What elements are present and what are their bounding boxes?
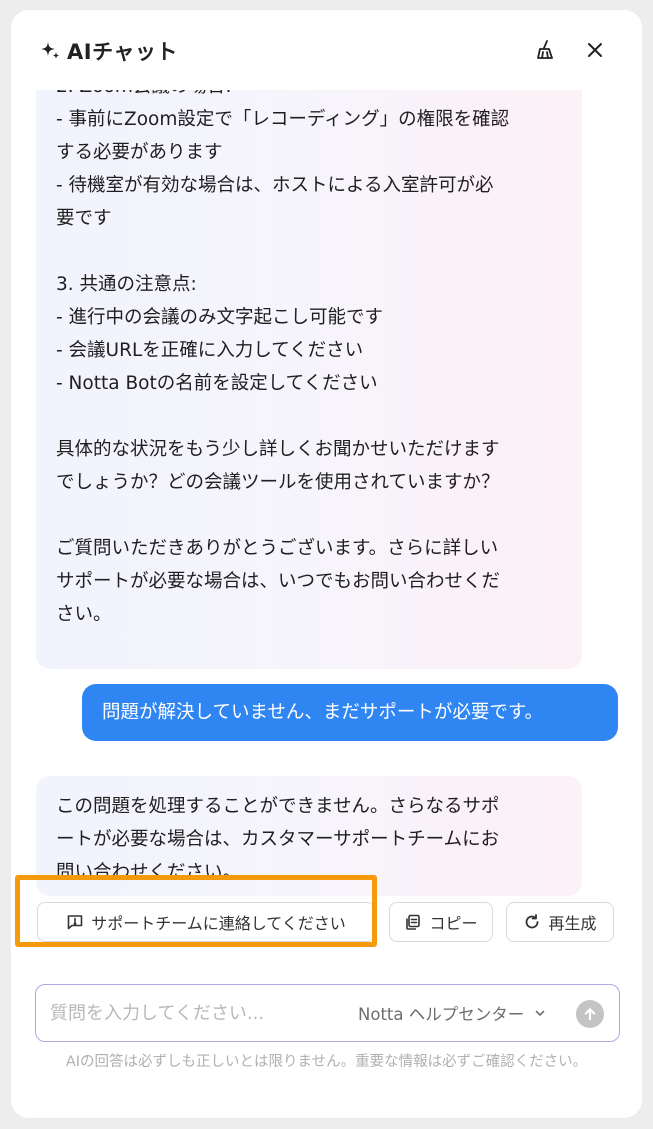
question-input[interactable]	[50, 997, 350, 1029]
message-line: 要です	[56, 208, 112, 229]
message-line: 具体的な状況をもう少し詳しくお聞かせいただけます	[56, 439, 500, 460]
ai-message: 2. Zoom会議の場合: - 事前にZoom設定で「レコーディング」の権限を確認…	[36, 90, 582, 669]
sparkle-icon	[37, 38, 63, 64]
regenerate-button[interactable]: 再生成	[506, 902, 614, 942]
message-line: 2. Zoom会議の場合:	[56, 90, 562, 103]
chat-header: AIチャット	[11, 10, 642, 90]
arrow-up-icon	[584, 1008, 596, 1021]
message-line: - 事前にZoom設定で「レコーディング」の権限を確認	[56, 109, 510, 130]
chat-input-container: Notta ヘルプセンター	[35, 984, 620, 1042]
message-line: サポートが必要な場合は、いつでもお問い合わせくだ	[56, 571, 501, 592]
message-line: ご質問いただきありがとうございます。さらに詳しい	[56, 538, 499, 559]
message-line	[56, 499, 562, 532]
chat-panel: AIチャット 2. Zoom会議の場合: - 事前にZoom設定で「レコーディング…	[11, 10, 642, 1118]
close-icon	[588, 43, 602, 57]
message-actions: サポートチームに連絡してください コピー 再生成	[11, 902, 642, 952]
ai-message: この問題を処理することができません。さらなるサポ ートが必要な場合は、カスタマーサ…	[36, 776, 582, 896]
chevron-down-icon	[535, 1010, 545, 1016]
regenerate-label: 再生成	[548, 914, 597, 933]
message-line: さい。	[56, 604, 112, 625]
message-list[interactable]: 2. Zoom会議の場合: - 事前にZoom設定で「レコーディング」の権限を確認…	[11, 90, 642, 970]
message-line: この問題を処理することができません。さらなるサポ	[56, 796, 500, 817]
source-selected-label: Notta ヘルプセンター	[358, 1005, 525, 1024]
copy-label: コピー	[429, 914, 478, 933]
send-button[interactable]	[576, 1000, 604, 1028]
message-line: 問い合わせください。	[56, 862, 242, 883]
message-line: - 進行中の会議のみ文字起こし可能です	[56, 307, 384, 328]
message-line	[56, 235, 562, 268]
clear-chat-button[interactable]	[531, 36, 559, 64]
close-button[interactable]	[581, 36, 609, 64]
contact-support-label: サポートチームに連絡してください	[91, 914, 346, 933]
title-group: AIチャット	[37, 36, 178, 66]
message-line	[56, 400, 562, 433]
copy-button[interactable]: コピー	[389, 902, 493, 942]
refresh-icon	[526, 914, 539, 929]
disclaimer-text: AIの回答は必ずしも正しいとは限りません。重要な情報は必ずご確認ください。	[65, 1054, 588, 1070]
page-title: AIチャット	[67, 40, 178, 64]
message-line: - Notta Botの名前を設定してください	[56, 373, 378, 394]
copy-icon	[406, 914, 421, 930]
message-line: でしょうか？どの会議ツールを使用されていますか？	[56, 472, 500, 493]
alert-message-icon	[67, 915, 83, 930]
broom-icon	[537, 40, 553, 59]
user-message: 問題が解決していません、まだサポートが必要です。	[82, 684, 618, 741]
contact-support-button[interactable]: サポートチームに連絡してください	[37, 902, 375, 942]
source-dropdown[interactable]: Notta ヘルプセンター	[358, 1001, 546, 1025]
message-line: - 待機室が有効な場合は、ホストによる入室許可が必	[56, 175, 494, 196]
message-line: - 会議URLを正確に入力してください	[56, 340, 364, 361]
message-line: する必要があります	[56, 142, 223, 163]
message-line: 3. 共通の注意点:	[56, 274, 197, 295]
message-line: ートが必要な場合は、カスタマーサポートチームにお	[56, 829, 500, 850]
